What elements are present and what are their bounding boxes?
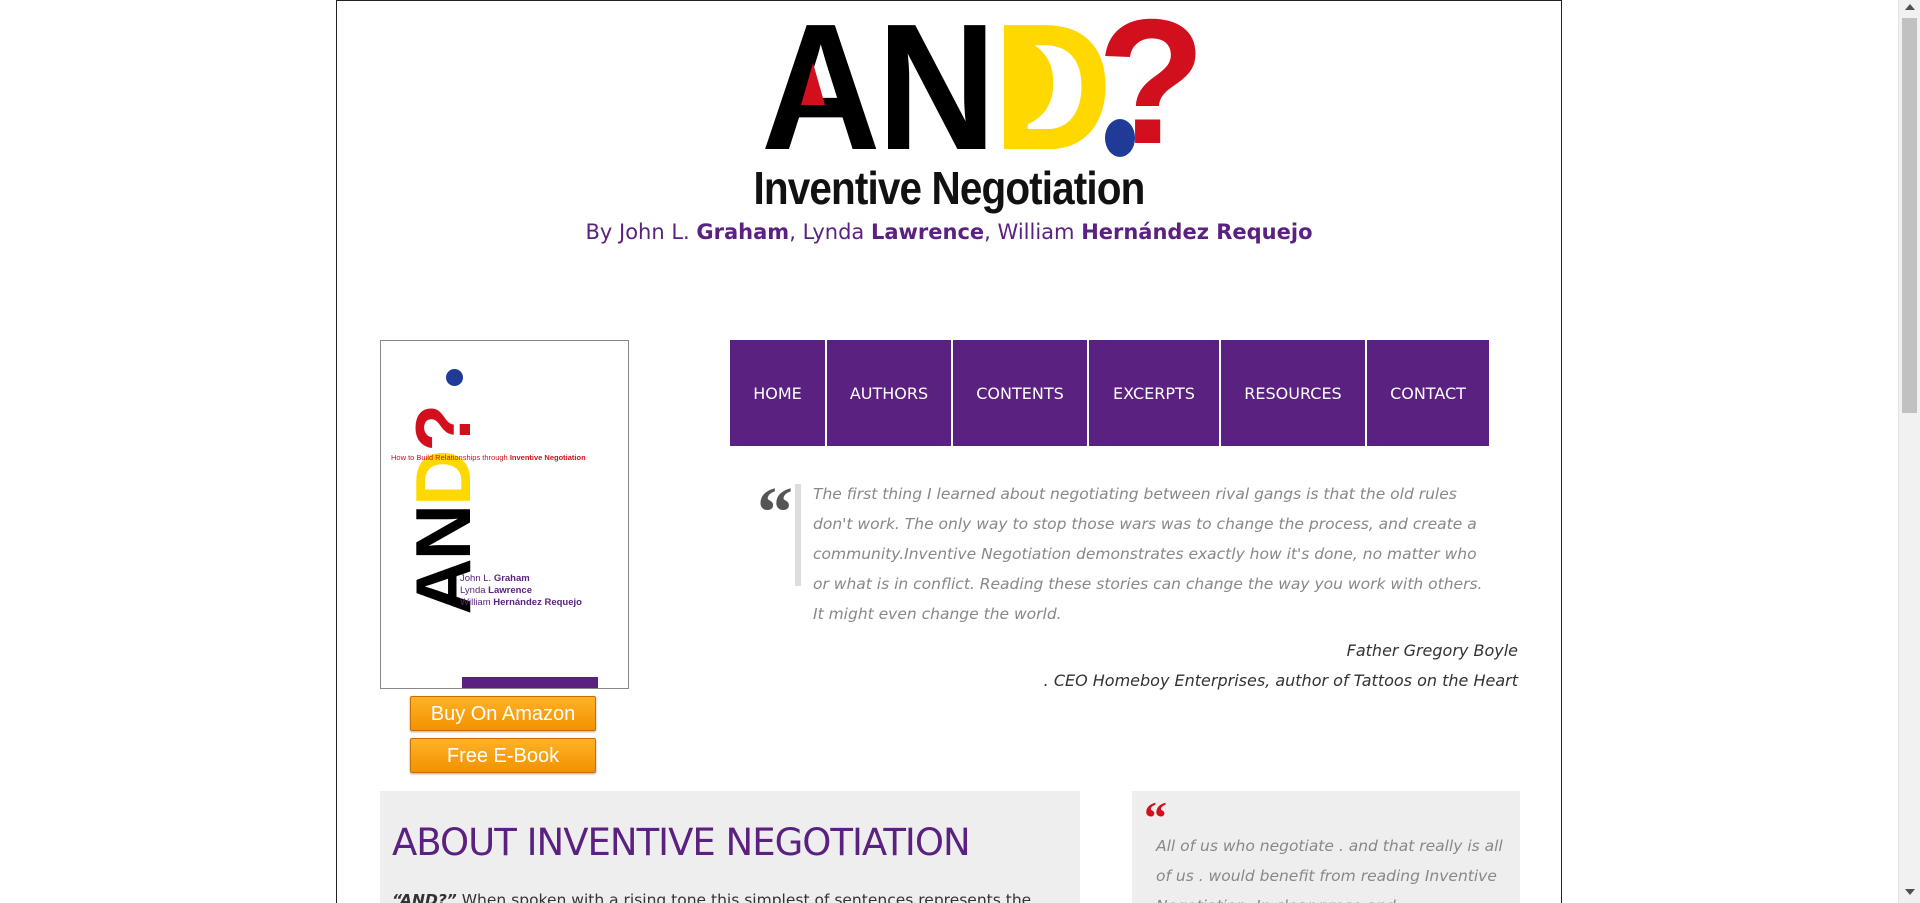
buy-on-amazon-button[interactable]: Buy On Amazon [410, 696, 596, 731]
logo-by-label: By [585, 220, 613, 244]
cover-authors: John L. Graham Lynda Lawrence William He… [460, 573, 582, 609]
about-lead: “AND?” [392, 891, 457, 903]
logo-authors: By John L. Graham, Lynda Lawrence, Willi… [585, 220, 1313, 244]
side-testimonial: “ All of us who negotiate . and that rea… [1132, 791, 1520, 903]
quote-mark-icon: “ [757, 472, 793, 552]
nav-contents[interactable]: CONTENTS [953, 340, 1087, 446]
cover-author-first: William [460, 597, 491, 608]
scroll-down-arrow-icon[interactable] [1905, 889, 1915, 895]
author-last: Graham [696, 220, 790, 244]
cover-subtitle-plain: How to Build Relationships through [391, 453, 508, 462]
cover-author-last: Lawrence [488, 585, 532, 596]
about-section: ABOUT INVENTIVE NEGOTIATION “AND?” When … [380, 791, 1080, 903]
author-first: William [997, 220, 1075, 244]
book-cover-image[interactable]: AND? How to Build Relationships through … [380, 340, 629, 689]
cover-author-last: Hernández Requejo [493, 597, 582, 608]
about-title: ABOUT INVENTIVE NEGOTIATION [392, 821, 971, 864]
testimonial-text: The first thing I learned about negotiat… [813, 485, 1483, 623]
about-text: “AND?” When spoken with a rising tone th… [392, 891, 1031, 903]
nav-excerpts[interactable]: EXCERPTS [1089, 340, 1219, 446]
page-container: AND ? Inventive Negotiation By John L. G… [336, 0, 1562, 903]
testimonial-author: Father Gregory Boyle [1346, 641, 1518, 660]
logo-a-triangle [801, 63, 825, 105]
cover-and-word: AND? [399, 406, 487, 615]
free-ebook-button[interactable]: Free E-Book [410, 738, 596, 773]
scroll-up-arrow-icon[interactable] [1905, 4, 1915, 10]
cover-subtitle: How to Build Relationships through Inven… [391, 453, 586, 462]
logo-title: Inventive Negotiation [753, 162, 1146, 214]
author-last: Lawrence [870, 220, 985, 244]
author-first: John L. [619, 220, 690, 244]
side-testimonial-text: All of us who negotiate . and that reall… [1156, 837, 1503, 903]
nav-authors[interactable]: AUTHORS [827, 340, 951, 446]
scrollbar-thumb[interactable] [1902, 18, 1917, 413]
about-body: When spoken with a rising tone this simp… [456, 891, 1032, 903]
nav-home[interactable]: HOME [730, 340, 825, 446]
cover-author-first: Lynda [460, 585, 486, 596]
cover-question-dot [446, 369, 463, 386]
quote-rule [795, 484, 801, 586]
cover-author-first: John L. [460, 573, 492, 584]
testimonial-role: . CEO Homeboy Enterprises, author of Tat… [1043, 671, 1518, 690]
author-last: Hernández Requejo [1081, 220, 1313, 244]
nav-resources[interactable]: RESOURCES [1221, 340, 1365, 446]
logo-question-dot [1105, 119, 1135, 157]
cover-purple-bar [462, 677, 598, 688]
main-nav: HOME AUTHORS CONTENTS EXCERPTS RESOURCES… [730, 340, 1491, 446]
site-logo[interactable]: AND ? Inventive Negotiation By John L. G… [337, 1, 1561, 261]
author-first: Lynda [802, 220, 865, 244]
vertical-scrollbar[interactable] [1898, 0, 1920, 903]
cover-author-last: Graham [493, 573, 530, 584]
nav-contact[interactable]: CONTACT [1367, 340, 1489, 446]
cover-subtitle-bold: Inventive Negotiation [509, 453, 586, 462]
